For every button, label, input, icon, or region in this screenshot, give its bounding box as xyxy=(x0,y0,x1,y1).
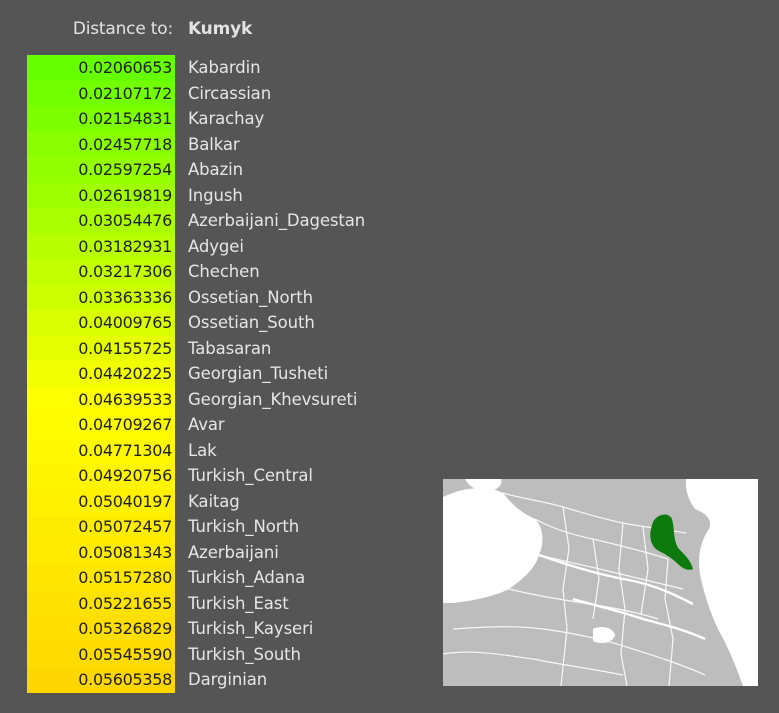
table-row: 0.05081343 Azerbaijani xyxy=(27,539,487,565)
table-row: 0.04639533 Georgian_Khevsureti xyxy=(27,386,487,412)
table-row: 0.02457718 Balkar xyxy=(27,131,487,157)
population-label: Tabasaran xyxy=(188,338,272,358)
distance-value: 0.02107172 xyxy=(27,80,175,106)
distance-value: 0.03182931 xyxy=(27,233,175,259)
distance-value: 0.04771304 xyxy=(27,437,175,463)
population-label: Turkish_East xyxy=(188,593,289,613)
table-row: 0.03054476 Azerbaijani_Dagestan xyxy=(27,208,487,234)
population-label: Turkish_South xyxy=(188,644,301,664)
distance-value: 0.02597254 xyxy=(27,157,175,183)
target-population: Kumyk xyxy=(188,19,253,39)
distance-value: 0.02457718 xyxy=(27,131,175,157)
table-row: 0.04155725 Tabasaran xyxy=(27,335,487,361)
table-row: 0.05545590 Turkish_South xyxy=(27,641,487,667)
distance-value: 0.04639533 xyxy=(27,386,175,412)
distance-table: 0.02060653 Kabardin 0.02107172 Circassian 0.… xyxy=(27,55,487,693)
region-map xyxy=(443,479,758,686)
population-label: Balkar xyxy=(188,134,240,154)
distance-value: 0.03217306 xyxy=(27,259,175,285)
population-label: Georgian_Tusheti xyxy=(188,364,329,383)
table-row: 0.03363336 Ossetian_North xyxy=(27,284,487,310)
table-row: 0.02154831 Karachay xyxy=(27,106,487,132)
distance-value: 0.05081343 xyxy=(27,539,175,565)
distance-value: 0.05326829 xyxy=(27,616,175,642)
table-row: 0.02107172 Circassian xyxy=(27,80,487,106)
distance-value: 0.05157280 xyxy=(27,565,175,591)
table-row: 0.03182931 Adygei xyxy=(27,233,487,259)
table-row: 0.05221655 Turkish_East xyxy=(27,590,487,616)
population-label: Turkish_Kayseri xyxy=(188,619,314,638)
population-label: Karachay xyxy=(188,109,265,128)
table-row: 0.05605358 Darginian xyxy=(27,667,487,693)
population-label: Adygei xyxy=(188,236,244,256)
distance-value: 0.03054476 xyxy=(27,208,175,234)
distance-value: 0.05072457 xyxy=(27,514,175,540)
table-row: 0.02060653 Kabardin xyxy=(27,55,487,81)
population-label: Turkish_North xyxy=(188,517,300,536)
population-label: Circassian xyxy=(188,83,272,103)
table-row: 0.04920756 Turkish_Central xyxy=(27,463,487,489)
table-row: 0.03217306 Chechen xyxy=(27,259,487,285)
table-row: 0.04009765 Ossetian_South xyxy=(27,310,487,336)
table-row: 0.05040197 Kaitag xyxy=(27,488,487,514)
population-label: Turkish_Adana xyxy=(188,568,306,587)
population-label: Azerbaijani xyxy=(188,542,279,562)
population-label: Chechen xyxy=(188,262,260,281)
population-label: Abazin xyxy=(188,160,243,179)
distance-value: 0.04155725 xyxy=(27,335,175,361)
table-row: 0.04709267 Avar xyxy=(27,412,487,438)
population-label: Ossetian_North xyxy=(188,287,313,307)
population-label: Kabardin xyxy=(188,58,261,77)
distance-value: 0.05545590 xyxy=(27,641,175,667)
population-label: Kaitag xyxy=(188,491,240,511)
table-row: 0.02597254 Abazin xyxy=(27,157,487,183)
distance-value: 0.04709267 xyxy=(27,412,175,438)
population-label: Lak xyxy=(188,440,217,460)
distance-value: 0.04009765 xyxy=(27,310,175,336)
distance-value: 0.02154831 xyxy=(27,106,175,132)
distance-value: 0.05040197 xyxy=(27,488,175,514)
population-label: Ossetian_South xyxy=(188,313,315,332)
distance-value: 0.02619819 xyxy=(27,182,175,208)
table-row: 0.02619819 Ingush xyxy=(27,182,487,208)
population-label: Azerbaijani_Dagestan xyxy=(188,211,366,230)
distance-to-label: Distance to: xyxy=(72,19,173,39)
distance-value: 0.04420225 xyxy=(27,361,175,387)
population-label: Darginian xyxy=(188,670,268,689)
population-label: Georgian_Khevsureti xyxy=(188,389,358,409)
distance-value: 0.02060653 xyxy=(27,55,175,81)
table-row: 0.05072457 Turkish_North xyxy=(27,514,487,540)
population-label: Ingush xyxy=(188,185,243,205)
population-label: Avar xyxy=(188,415,225,434)
table-row: 0.05326829 Turkish_Kayseri xyxy=(27,616,487,642)
distance-value: 0.05221655 xyxy=(27,590,175,616)
population-label: Turkish_Central xyxy=(188,466,313,485)
distance-value: 0.03363336 xyxy=(27,284,175,310)
table-row: 0.05157280 Turkish_Adana xyxy=(27,565,487,591)
table-row: 0.04420225 Georgian_Tusheti xyxy=(27,361,487,387)
distance-value: 0.05605358 xyxy=(27,667,175,693)
map-icon xyxy=(443,479,758,686)
distance-value: 0.04920756 xyxy=(27,463,175,489)
table-row: 0.04771304 Lak xyxy=(27,437,487,463)
